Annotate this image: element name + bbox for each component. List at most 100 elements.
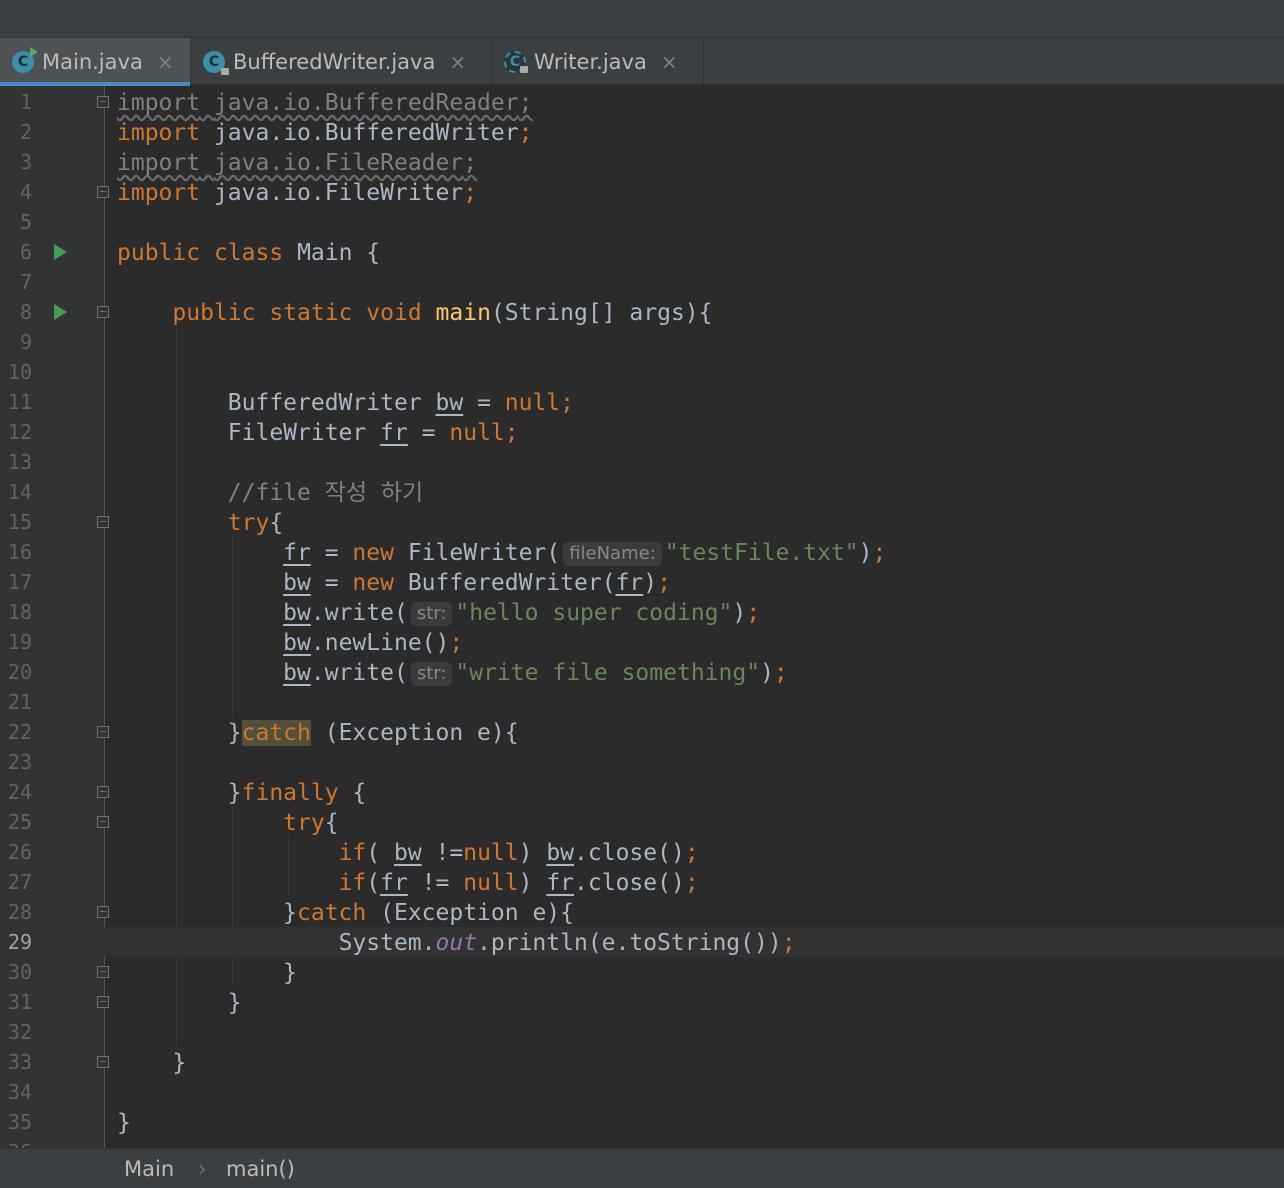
fold-marker-icon[interactable] (97, 996, 109, 1008)
line-number: 21 (7, 690, 32, 714)
java-abstract-class-locked-icon: C (504, 50, 528, 73)
line-number: 4 (19, 180, 32, 204)
window-title-bar (0, 0, 1284, 37)
tab-writer-java[interactable]: C Writer.java × (492, 38, 704, 85)
editor-line-row: 34 (0, 1077, 1284, 1107)
tab-label: BufferedWriter.java (233, 49, 436, 74)
line-number: 7 (19, 270, 32, 294)
fold-marker-icon[interactable] (97, 96, 109, 108)
java-class-locked-icon: C (203, 50, 229, 75)
line-number: 11 (7, 390, 32, 414)
code-line-18[interactable]: bw.write(str: "hello super coding"); (117, 598, 760, 628)
editor-line-row: 7 (0, 267, 1284, 297)
tab-label: Writer.java (534, 49, 647, 74)
code-line-8[interactable]: public static void main(String[] args){ (117, 298, 712, 328)
line-number: 10 (7, 360, 32, 384)
code-line-28[interactable]: }catch (Exception e){ (117, 898, 574, 928)
editor-line-row: 13 (0, 447, 1284, 477)
line-number: 20 (7, 660, 32, 684)
line-number: 2 (19, 120, 32, 144)
line-number: 31 (7, 990, 32, 1014)
code-line-27[interactable]: if(fr != null) fr.close(); (117, 868, 699, 898)
code-line-26[interactable]: if( bw !=null) bw.close(); (117, 838, 699, 868)
line-number: 6 (19, 240, 32, 264)
editor-line-row: 23 (0, 747, 1284, 777)
code-line-15[interactable]: try{ (117, 508, 283, 538)
line-number: 16 (7, 540, 32, 564)
line-number: 19 (7, 630, 32, 654)
code-line-25[interactable]: try{ (117, 808, 338, 838)
line-number: 28 (7, 900, 32, 924)
line-number: 26 (7, 840, 32, 864)
line-number: 27 (7, 870, 32, 894)
run-gutter-icon[interactable] (54, 244, 67, 260)
line-number: 18 (7, 600, 32, 624)
run-gutter-icon[interactable] (54, 304, 67, 320)
code-line-17[interactable]: bw = new BufferedWriter(fr); (117, 568, 671, 598)
code-line-24[interactable]: }finally { (117, 778, 367, 808)
editor-line-row: 10 (0, 357, 1284, 387)
editor-line-row: 5 (0, 207, 1284, 237)
close-icon[interactable]: × (449, 50, 466, 74)
fold-marker-icon[interactable] (97, 1056, 109, 1068)
editor-line-row: 36 (0, 1137, 1284, 1148)
parameter-hint: str: (410, 662, 453, 686)
editor-line-row: 9 (0, 327, 1284, 357)
line-number: 35 (7, 1110, 32, 1134)
code-line-29[interactable]: System.out.println(e.toString()); (117, 928, 796, 958)
line-number: 17 (7, 570, 32, 594)
fold-marker-icon[interactable] (97, 816, 109, 828)
line-number: 34 (7, 1080, 32, 1104)
line-number: 9 (19, 330, 32, 354)
editor-line-row: 32 (0, 1017, 1284, 1047)
line-number: 30 (7, 960, 32, 984)
close-icon[interactable]: × (661, 50, 678, 74)
editor-tab-bar: C Main.java × C BufferedWriter.java × C … (0, 37, 1284, 86)
line-number: 24 (7, 780, 32, 804)
line-number: 5 (19, 210, 32, 234)
code-line-12[interactable]: FileWriter fr = null; (117, 418, 519, 448)
close-icon[interactable]: × (157, 50, 174, 74)
code-line-20[interactable]: bw.write(str: "write file something"); (117, 658, 788, 688)
parameter-hint: str: (410, 602, 453, 626)
line-number: 1 (19, 90, 32, 114)
tab-main-java[interactable]: C Main.java × (0, 38, 191, 86)
fold-marker-icon[interactable] (97, 726, 109, 738)
editor-line-row: 35 (0, 1107, 1284, 1137)
parameter-hint: fileName: (563, 542, 662, 566)
code-line-30[interactable]: } (117, 958, 297, 988)
breadcrumb-item-method[interactable]: main() (226, 1157, 295, 1181)
line-number: 12 (7, 420, 32, 444)
code-line-4[interactable]: import java.io.FileWriter; (117, 178, 477, 208)
code-line-14[interactable]: //file 작성 하기 (117, 478, 423, 508)
line-number: 25 (7, 810, 32, 834)
fold-marker-icon[interactable] (97, 966, 109, 978)
code-line-22[interactable]: }catch (Exception e){ (117, 718, 519, 748)
line-number: 23 (7, 750, 32, 774)
line-number: 29 (7, 930, 32, 954)
code-line-16[interactable]: fr = new FileWriter(fileName: "testFile.t… (117, 538, 886, 568)
line-number: 8 (19, 300, 32, 324)
fold-marker-icon[interactable] (97, 186, 109, 198)
breadcrumb-item-class[interactable]: Main (124, 1157, 174, 1181)
code-line-19[interactable]: bw.newLine(); (117, 628, 463, 658)
code-line-35[interactable]: } (117, 1108, 131, 1138)
fold-marker-icon[interactable] (97, 786, 109, 798)
fold-marker-icon[interactable] (97, 516, 109, 528)
code-line-3[interactable]: import java.io.FileReader; (117, 148, 477, 178)
code-editor[interactable]: 1 2 3 4 5 6 7 8 9 10 11 12 13 14 15 16 17 18 19 20 21 22 23 24 2… (0, 86, 1284, 1148)
line-number: 15 (7, 510, 32, 534)
breadcrumb-separator: › (198, 1157, 207, 1181)
fold-marker-icon[interactable] (97, 906, 109, 918)
code-line-31[interactable]: } (117, 988, 242, 1018)
code-line-1[interactable]: import java.io.BufferedReader; (117, 88, 532, 118)
fold-marker-icon[interactable] (97, 306, 109, 318)
code-line-11[interactable]: BufferedWriter bw = null; (117, 388, 574, 418)
code-line-2[interactable]: import java.io.BufferedWriter; (117, 118, 532, 148)
code-line-33[interactable]: } (117, 1048, 186, 1078)
code-line-6[interactable]: public class Main { (117, 238, 380, 268)
line-number: 3 (19, 150, 32, 174)
tab-bufferedwriter-java[interactable]: C BufferedWriter.java × (191, 38, 492, 85)
line-number: 36 (0, 1137, 32, 1148)
line-number: 33 (7, 1050, 32, 1074)
